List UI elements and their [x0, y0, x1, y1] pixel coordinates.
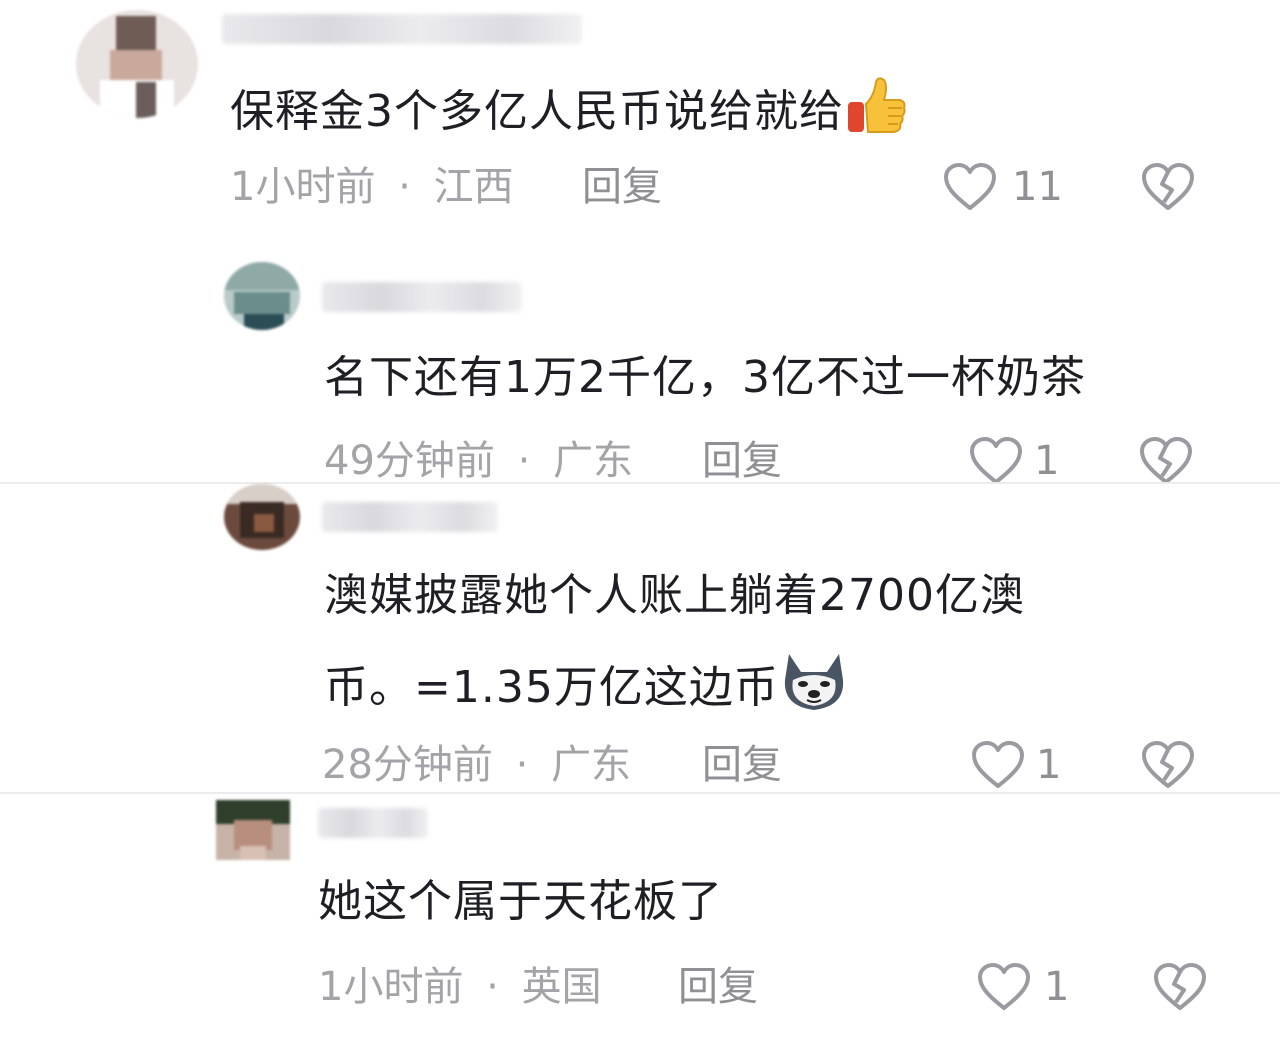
comment-item: 她这个属于天花板了 1小时前 · 英国 回复 1 — [0, 794, 1280, 1044]
comment-text: 她这个属于天花板了 — [318, 876, 723, 927]
comment-item: 名下还有1万2千亿，3亿不过一杯奶茶 49分钟前 · 广东 回复 1 — [0, 240, 1280, 484]
avatar[interactable] — [224, 484, 300, 550]
avatar[interactable] — [216, 800, 290, 860]
comment-time: 1小时前 — [230, 164, 376, 210]
comment-location: 广东 — [551, 742, 632, 788]
comment-text: 澳媒披露她个人账上躺着2700亿澳 币。=1.35万亿这边币 — [324, 566, 1025, 730]
broken-heart-icon[interactable] — [1140, 740, 1196, 790]
comment-meta: 1小时前 · 江西 — [230, 162, 514, 212]
username-blurred[interactable] — [322, 502, 498, 532]
broken-heart-icon[interactable] — [1138, 436, 1194, 486]
meta-separator: · — [398, 164, 411, 210]
username-blurred[interactable] — [322, 282, 522, 312]
heart-icon[interactable] — [976, 962, 1032, 1012]
meta-separator: · — [517, 438, 531, 484]
avatar[interactable] — [224, 262, 300, 330]
username-blurred[interactable] — [318, 808, 428, 838]
heart-icon[interactable] — [942, 162, 998, 212]
comment-meta: 49分钟前 · 广东 — [324, 436, 633, 486]
heart-icon[interactable] — [970, 740, 1026, 790]
comment-time: 28分钟前 — [322, 742, 493, 788]
comment-text: 保释金3个多亿人民币说给就给 — [230, 74, 908, 154]
like-count: 1 — [1034, 438, 1060, 484]
comment-text-line: 澳媒披露她个人账上躺着2700亿澳 — [324, 570, 1025, 621]
meta-separator: · — [486, 964, 499, 1010]
username-blurred[interactable] — [222, 14, 582, 44]
comment-meta: 1小时前 · 英国 — [318, 962, 602, 1012]
reply-button[interactable]: 回复 — [582, 162, 662, 212]
comment-location: 江西 — [433, 164, 514, 210]
comment-time: 1小时前 — [318, 964, 464, 1010]
comment-text: 名下还有1万2千亿，3亿不过一杯奶茶 — [324, 352, 1086, 403]
like-count: 1 — [1036, 742, 1062, 788]
comment-meta: 28分钟前 · 广东 — [322, 740, 631, 790]
husky-dog-icon — [779, 650, 849, 730]
avatar[interactable] — [76, 10, 198, 118]
broken-heart-icon[interactable] — [1152, 962, 1208, 1012]
like-count: 1 — [1044, 964, 1070, 1010]
comment-location: 广东 — [553, 438, 634, 484]
like-count: 11 — [1012, 164, 1063, 210]
reply-button[interactable]: 回复 — [678, 962, 758, 1012]
comment-item: 澳媒披露她个人账上躺着2700亿澳 币。=1.35万亿这边币 28分钟前 · 广… — [0, 484, 1280, 792]
broken-heart-icon[interactable] — [1140, 162, 1196, 212]
comment-location: 英国 — [521, 964, 602, 1010]
reply-button[interactable]: 回复 — [702, 740, 782, 790]
comment-time: 49分钟前 — [324, 438, 495, 484]
heart-icon[interactable] — [968, 436, 1024, 486]
meta-separator: · — [515, 742, 529, 788]
thumbs-up-icon — [844, 74, 908, 154]
comment-item: 保释金3个多亿人民币说给就给 1小时前 · 江西 回复 11 — [0, 0, 1280, 240]
comment-text-line: 币。=1.35万亿这边币 — [324, 650, 1025, 730]
reply-button[interactable]: 回复 — [702, 436, 782, 486]
